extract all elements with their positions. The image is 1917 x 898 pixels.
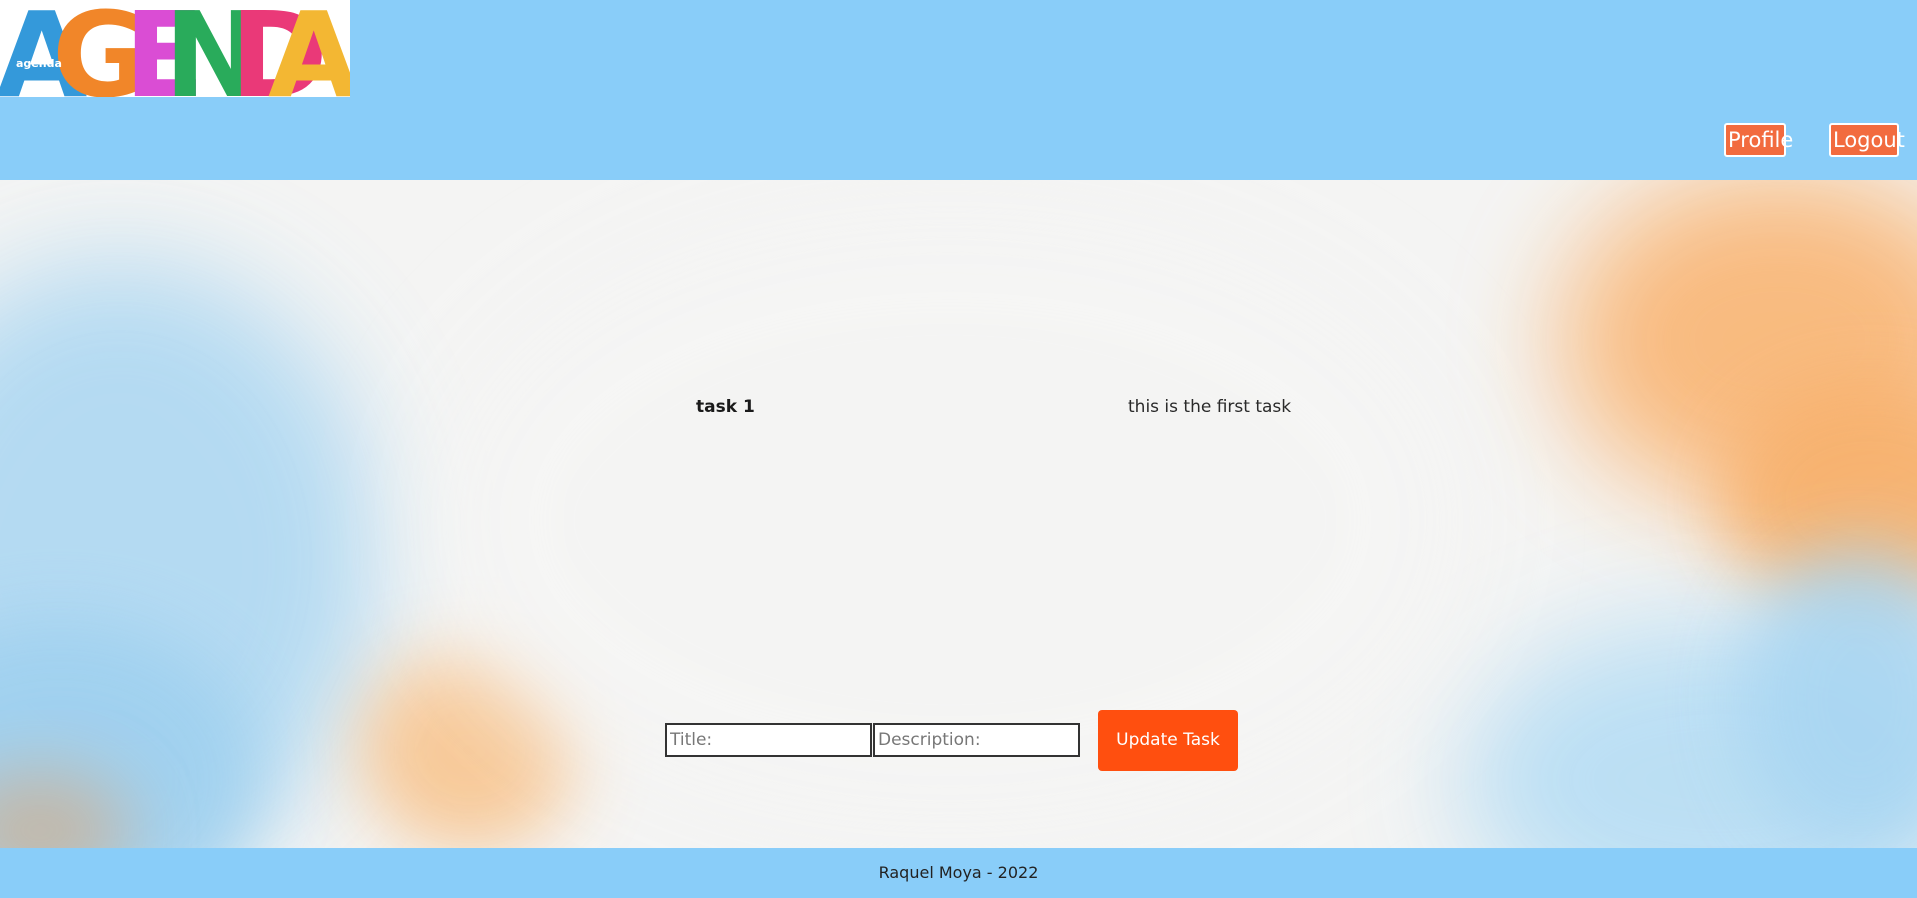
app-root: A G E N D A agenda Profile Logout task 1…	[0, 0, 1917, 898]
logo-small-text: agenda	[16, 57, 62, 70]
task-description: this is the first task	[1128, 397, 1292, 417]
task-title: task 1	[696, 397, 755, 417]
header-bar: A G E N D A agenda Profile Logout	[0, 0, 1917, 180]
description-input[interactable]	[873, 723, 1080, 757]
footer-credit: Raquel Moya - 2022	[878, 863, 1039, 882]
update-task-button[interactable]: Update Task	[1098, 710, 1238, 771]
agenda-logo[interactable]: A G E N D A agenda	[0, 0, 350, 97]
main-content: task 1 this is the first task Update Tas…	[0, 180, 1917, 848]
agenda-logo-image: A G E N D A agenda	[0, 0, 350, 97]
profile-button[interactable]: Profile	[1724, 123, 1793, 157]
footer-bar: Raquel Moya - 2022	[0, 848, 1917, 898]
logo-letter-a-2: A	[268, 0, 350, 97]
title-input[interactable]	[665, 723, 872, 757]
logout-button[interactable]: Logout	[1829, 123, 1905, 157]
